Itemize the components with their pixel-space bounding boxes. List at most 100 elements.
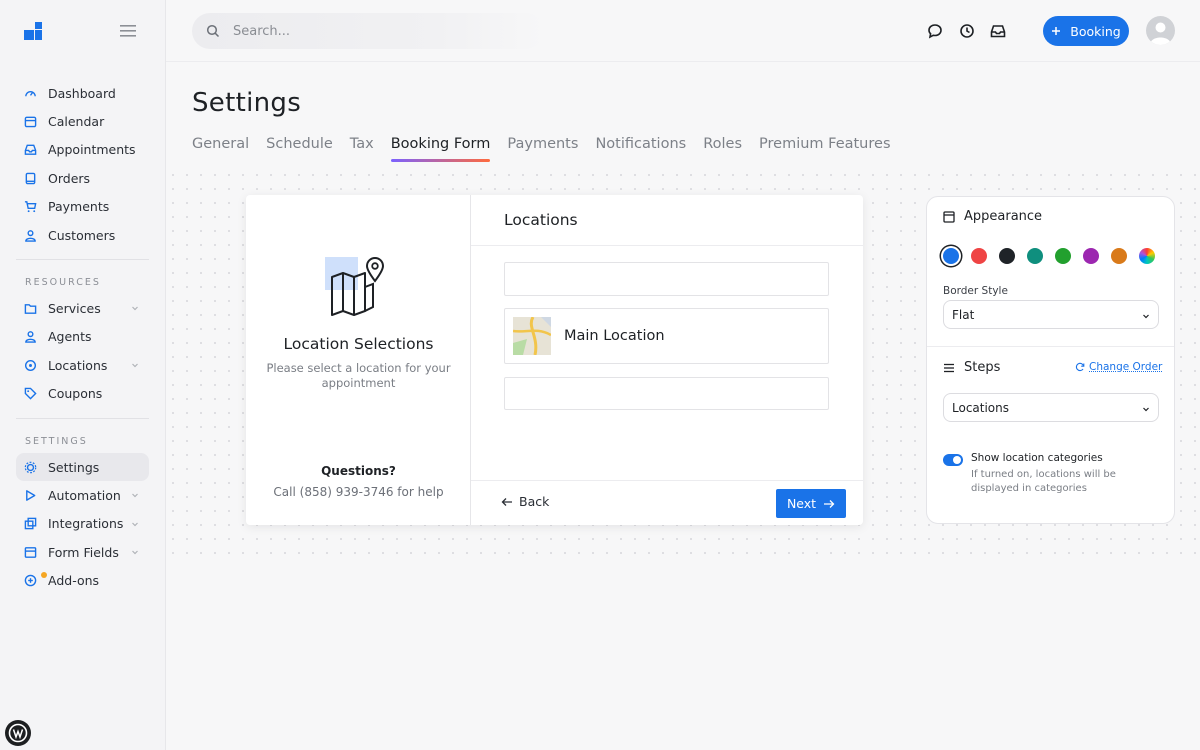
chevron-down-icon[interactable]: [131, 520, 139, 528]
sidebar-item-settings[interactable]: Settings: [16, 452, 149, 482]
steps-title: Steps: [964, 360, 1001, 375]
sidebar-divider: [16, 259, 149, 261]
tab-booking-form[interactable]: Booking Form: [390, 136, 490, 162]
user-icon: [25, 229, 36, 242]
tab-premium-features[interactable]: Premium Features: [759, 136, 890, 162]
sidebar-item-integrations[interactable]: Integrations: [16, 510, 149, 538]
tab-notifications[interactable]: Notifications: [595, 136, 686, 162]
next-button[interactable]: Next: [776, 489, 846, 518]
appearance-title: Appearance: [964, 209, 1043, 224]
preview-footer: Back Next: [471, 480, 863, 525]
back-button[interactable]: Back: [501, 494, 549, 509]
location-map-thumbnail: [513, 317, 551, 355]
color-swatch-purple[interactable]: [1083, 248, 1099, 264]
sidebar-item-appointments[interactable]: Appointments: [16, 136, 149, 164]
sidebar-item-automation[interactable]: Automation: [16, 481, 149, 509]
sidebar-item-label: Payments: [48, 199, 110, 215]
color-swatches: [943, 248, 1155, 264]
calendar-icon: [24, 116, 37, 128]
location-option-main[interactable]: Main Location: [504, 308, 829, 364]
chevron-down-icon: [1143, 407, 1149, 412]
color-swatch-red[interactable]: [971, 248, 987, 264]
sidebar-item-label: Coupons: [48, 386, 103, 402]
sidebar-nav: Dashboard Calendar Appointments Orders P…: [16, 79, 149, 595]
color-swatch-blue[interactable]: [943, 248, 959, 264]
color-swatch-teal[interactable]: [1027, 248, 1043, 264]
sidebar-item-label: Dashboard: [48, 85, 116, 101]
sidebar-item-agents[interactable]: Agents: [16, 323, 149, 351]
form-icon: [24, 546, 37, 558]
new-badge-dot: [41, 572, 47, 579]
tab-roles[interactable]: Roles: [703, 136, 742, 162]
panel-divider: [927, 346, 1174, 347]
sidebar-item-label: Add-ons: [48, 573, 100, 589]
plus-circle-icon: [24, 574, 37, 587]
tag-icon: [24, 387, 37, 400]
list-icon: [944, 363, 954, 372]
sidebar-item-form-fields[interactable]: Form Fields: [16, 538, 149, 566]
location-option-placeholder[interactable]: [504, 377, 829, 410]
color-swatch-orange[interactable]: [1111, 248, 1127, 264]
preview-main-panel: Locations Main Location Back Next: [471, 195, 863, 525]
search-input[interactable]: Search...: [192, 13, 544, 49]
sidebar-item-payments[interactable]: Payments: [16, 193, 149, 221]
sidebar-item-label: Appointments: [48, 142, 136, 158]
sidebar-item-orders[interactable]: Orders: [16, 164, 149, 192]
sidebar-item-dashboard[interactable]: Dashboard: [16, 79, 149, 107]
border-style-value: Flat: [952, 307, 975, 322]
appearance-header: Appearance: [943, 209, 1042, 224]
topbar: Search... Booking: [166, 0, 1200, 62]
clock-icon[interactable]: [959, 23, 975, 39]
sidebar-item-coupons[interactable]: Coupons: [16, 380, 149, 408]
sidebar-section-settings: SETTINGS: [25, 435, 88, 447]
chevron-down-icon[interactable]: [131, 304, 139, 312]
dashboard-icon: [25, 90, 36, 97]
step-subtitle: Please select a location for your appoin…: [266, 361, 451, 390]
toggle-label: Show location categories: [971, 452, 1103, 464]
wordpress-icon[interactable]: [5, 720, 31, 746]
inbox-icon[interactable]: [990, 23, 1006, 39]
change-order-label: Change Order: [1089, 361, 1163, 373]
app-logo[interactable]: [24, 22, 42, 40]
location-option-placeholder[interactable]: [504, 262, 829, 296]
color-swatch-green[interactable]: [1055, 248, 1071, 264]
play-icon: [26, 490, 36, 501]
tab-payments[interactable]: Payments: [507, 136, 578, 162]
tab-tax[interactable]: Tax: [350, 136, 374, 162]
sidebar-item-calendar[interactable]: Calendar: [16, 107, 149, 135]
plus-icon: [1052, 27, 1061, 35]
location-name: Main Location: [564, 328, 665, 344]
booking-form-preview: Location Selections Please select a loca…: [246, 195, 863, 525]
preview-side-panel: Location Selections Please select a loca…: [246, 195, 471, 525]
chevron-down-icon[interactable]: [131, 548, 139, 556]
help-phone-text: Call (858) 939-3746 for help: [273, 485, 444, 499]
chevron-down-icon[interactable]: [131, 491, 139, 499]
user-icon: [25, 331, 36, 344]
custom-color-picker-icon[interactable]: [1139, 248, 1155, 264]
change-order-link[interactable]: Change Order: [1075, 361, 1162, 373]
new-booking-button[interactable]: Booking: [1043, 16, 1129, 46]
border-style-select[interactable]: Flat: [943, 300, 1159, 329]
avatar[interactable]: [1146, 16, 1175, 45]
sidebar-item-label: Form Fields: [48, 544, 119, 560]
step-heading: Locations: [471, 195, 863, 246]
tablet-icon: [25, 172, 36, 185]
menu-toggle-icon[interactable]: [120, 24, 136, 38]
sidebar-item-label: Automation: [48, 487, 121, 503]
chat-icon[interactable]: [927, 23, 943, 39]
steps-select-value: Locations: [952, 400, 1010, 415]
tab-schedule[interactable]: Schedule: [266, 136, 333, 162]
integrations-icon: [24, 518, 37, 530]
sidebar-item-customers[interactable]: Customers: [16, 221, 149, 249]
sidebar-item-locations[interactable]: Locations: [16, 351, 149, 379]
sidebar-item-label: Calendar: [48, 114, 105, 130]
sidebar-item-services[interactable]: Services: [16, 294, 149, 322]
chevron-down-icon[interactable]: [131, 361, 139, 369]
arrow-left-icon: [501, 497, 512, 506]
pin-icon: [24, 359, 37, 371]
show-location-categories-toggle[interactable]: [943, 454, 963, 466]
tab-general[interactable]: General: [192, 136, 249, 162]
color-swatch-black[interactable]: [999, 248, 1015, 264]
steps-select[interactable]: Locations: [943, 393, 1159, 422]
sidebar-item-add-ons[interactable]: Add-ons: [16, 566, 149, 594]
